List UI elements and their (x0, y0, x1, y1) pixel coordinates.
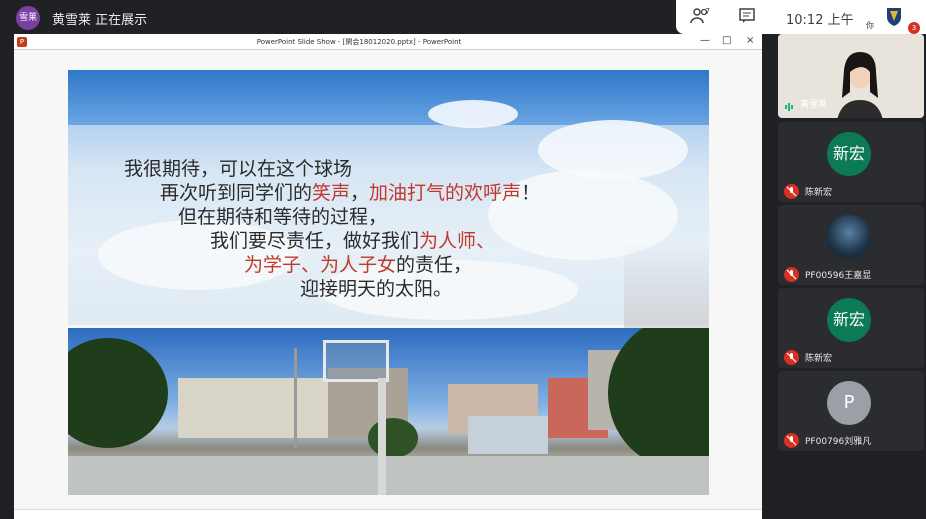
self-video-person (837, 52, 883, 118)
powerpoint-title-bar: P PowerPoint Slide Show - [閑会18012020.pp… (14, 34, 762, 50)
participant-name: PF00596王嘉显 (805, 271, 872, 281)
slide-area: 我很期待，可以在这个球场 再次听到同学们的笑声，加油打气的欢呼声！ 但在期待和等… (14, 50, 762, 509)
mic-off-icon (784, 267, 799, 282)
slide-line-1: 我很期待，可以在这个球场 (124, 158, 353, 180)
mic-off-icon (784, 350, 799, 365)
basketball-hoop (323, 340, 389, 382)
participant-tile[interactable]: 新宏 陈新宏 (778, 122, 924, 202)
participant-avatar: P (827, 381, 871, 425)
participant-tile[interactable]: PF00596王嘉显 (778, 205, 924, 285)
notification-badge: 3 (908, 22, 920, 34)
maximize-button[interactable]: □ (722, 35, 731, 46)
participant-tile[interactable]: 新宏 陈新宏 (778, 288, 924, 368)
participant-avatar: 新宏 (827, 298, 871, 342)
close-button[interactable]: × (746, 35, 754, 46)
self-name: 黄雪莱 (800, 100, 828, 110)
participant-name: 陈新宏 (805, 188, 833, 198)
court-surface (68, 456, 709, 495)
mic-off-icon (784, 433, 799, 448)
slideshow-status-bar (14, 509, 762, 519)
slide: 我很期待，可以在这个球场 再次听到同学们的笑声，加油打气的欢呼声！ 但在期待和等… (68, 70, 709, 495)
slide-line-5: 为学子、为人子女的责任， (244, 254, 473, 276)
powerpoint-window-title: PowerPoint Slide Show - [閑会18012020.pptx… (256, 38, 462, 46)
participant-name: PF00796刘雅凡 (805, 437, 872, 447)
meeting-clock: 10:12 上午 (786, 13, 854, 28)
slide-line-6: 迎接明天的太阳。 (300, 278, 453, 300)
chat-icon[interactable] (738, 7, 760, 27)
shared-screen: P PowerPoint Slide Show - [閑会18012020.pp… (14, 34, 762, 519)
people-count: 7 (705, 7, 711, 16)
participant-avatar: 新宏 (827, 132, 871, 176)
slide-line-4: 我们要尽责任，做好我们为人师、 (210, 230, 496, 252)
presenter-status: 黄雪莱 正在展示 (52, 13, 148, 28)
presenter-avatar: 雪莱 (16, 6, 40, 30)
shield-logo-icon (886, 7, 902, 27)
participant-name: 陈新宏 (805, 354, 833, 364)
mic-off-icon (784, 184, 799, 199)
basketball-court-photo (68, 328, 709, 495)
minimize-button[interactable]: — (700, 35, 710, 46)
slide-line-3: 但在期待和等待的过程， (178, 206, 388, 228)
audio-level-icon (784, 97, 794, 111)
participant-photo-avatar (827, 215, 871, 259)
participant-tile[interactable]: P PF00796刘雅凡 (778, 371, 924, 451)
slide-line-2: 再次听到同学们的笑声，加油打气的欢呼声！ (160, 182, 541, 204)
you-label: 你 (866, 21, 874, 30)
